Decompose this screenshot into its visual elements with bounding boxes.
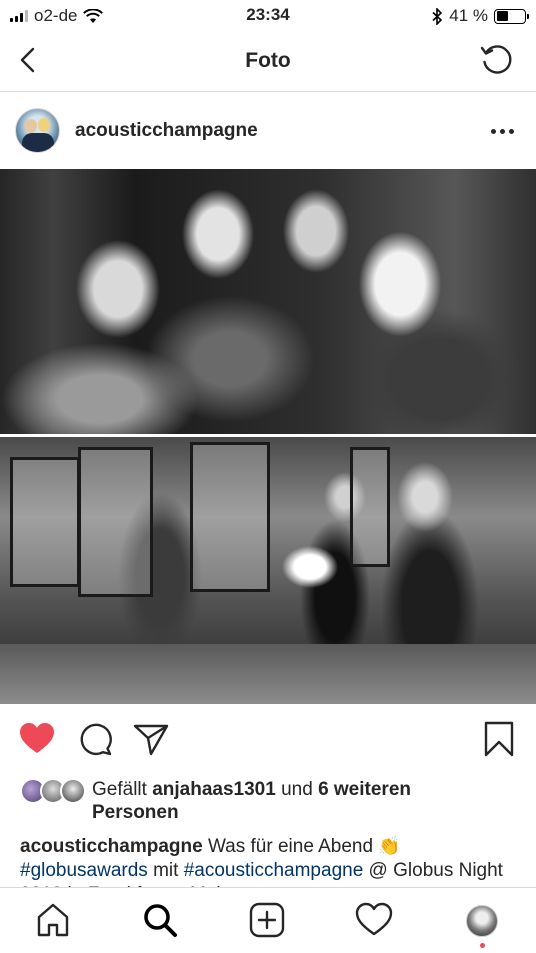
page-title: Foto bbox=[245, 49, 291, 72]
first-liker[interactable]: anjahaas1301 bbox=[152, 779, 276, 800]
post-photo[interactable] bbox=[0, 169, 536, 704]
comment-icon[interactable] bbox=[76, 720, 114, 758]
heart-filled-icon[interactable] bbox=[18, 720, 56, 758]
bluetooth-icon bbox=[432, 7, 443, 25]
profile-avatar[interactable] bbox=[466, 905, 498, 937]
nav-header: Foto bbox=[0, 32, 536, 92]
status-right: 41 % bbox=[432, 6, 529, 26]
search-icon[interactable] bbox=[141, 901, 179, 939]
battery-icon bbox=[494, 8, 529, 24]
likes-text: Gefällt anjahaas1301 und 6 weiteren Pers… bbox=[92, 779, 411, 823]
post-actions bbox=[0, 716, 536, 764]
photo-band-performance bbox=[0, 437, 536, 704]
hashtag-acousticchampagne[interactable]: #acousticchampagne bbox=[184, 860, 364, 881]
bookmark-icon[interactable] bbox=[480, 720, 518, 758]
activity-icon[interactable] bbox=[355, 901, 393, 939]
post-username[interactable]: acousticchampagne bbox=[75, 120, 258, 142]
likes-summary[interactable]: Gefällt anjahaas1301 und 6 weiteren Pers… bbox=[20, 776, 520, 824]
notification-dot bbox=[480, 943, 485, 948]
post-caption: acousticchampagne Was für eine Abend 👏 #… bbox=[20, 836, 503, 889]
battery-percent: 41 % bbox=[449, 6, 488, 25]
post-header: acousticchampagne bbox=[0, 93, 536, 168]
share-icon[interactable] bbox=[132, 720, 170, 758]
home-icon[interactable] bbox=[34, 901, 72, 939]
user-avatar[interactable] bbox=[15, 108, 60, 153]
new-post-icon[interactable] bbox=[248, 901, 286, 939]
tab-bar bbox=[0, 887, 536, 953]
caption-username[interactable]: acousticchampagne bbox=[20, 836, 203, 857]
hashtag-globusawards[interactable]: #globusawards bbox=[20, 860, 148, 881]
reload-icon[interactable] bbox=[478, 42, 514, 78]
more-options-icon[interactable] bbox=[491, 129, 514, 134]
liker-avatars bbox=[20, 778, 86, 806]
clap-emoji: 👏 bbox=[378, 836, 401, 856]
battery-fill bbox=[496, 11, 508, 21]
photo-group-portrait bbox=[0, 169, 536, 434]
status-bar: o2-de 23:34 41 % bbox=[0, 0, 536, 32]
